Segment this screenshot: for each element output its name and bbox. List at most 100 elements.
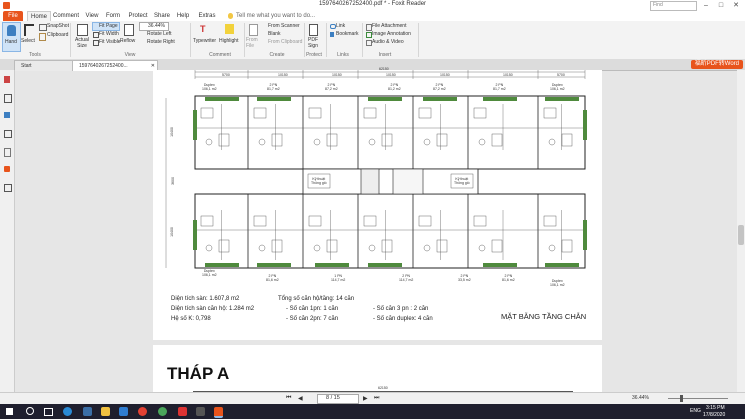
search-box[interactable]: Find bbox=[650, 1, 697, 11]
hand-label: Hand bbox=[5, 39, 17, 45]
hand-icon bbox=[7, 25, 16, 36]
typewriter-label: Typewriter bbox=[193, 38, 217, 44]
apt-label-top-3: 2 PN 87,2 m2 bbox=[325, 83, 338, 91]
first-page-icon[interactable]: ⏮ bbox=[286, 395, 291, 402]
comments-panel-icon[interactable] bbox=[4, 130, 12, 138]
pages-panel-icon[interactable] bbox=[4, 94, 12, 103]
pdf-page: 62150 5700 10150 10150 10150 10150 10150… bbox=[153, 67, 602, 340]
hand-button[interactable]: Hand bbox=[2, 22, 21, 52]
pen-icon bbox=[309, 24, 318, 36]
fit-visible-button[interactable]: Fit Visible bbox=[99, 39, 121, 45]
tab-form[interactable]: Form bbox=[104, 11, 122, 21]
tab-view[interactable]: View bbox=[83, 11, 101, 21]
zoom-slider-thumb[interactable] bbox=[680, 395, 683, 402]
highlight-button[interactable]: Highlight bbox=[219, 22, 241, 50]
tab-protect[interactable]: Protect bbox=[127, 11, 149, 21]
foxit-taskbar-icon[interactable] bbox=[214, 407, 223, 418]
windows-start-icon[interactable] bbox=[6, 408, 13, 415]
rotate-right-button[interactable]: Rotate Right bbox=[147, 39, 175, 45]
shaft-label-left: Kỹ thuật Thông gió bbox=[311, 177, 327, 185]
apt-label-top-2: 2 PN 81,7 m2 bbox=[267, 83, 280, 91]
tab-comment[interactable]: Comment bbox=[53, 11, 79, 21]
file-menu[interactable]: File bbox=[3, 11, 23, 21]
summary-coefficient: Hệ số K: 0,798 bbox=[171, 316, 211, 322]
security-panel-icon[interactable] bbox=[4, 166, 10, 172]
app-dark-icon[interactable] bbox=[196, 407, 205, 416]
status-zoom: 36.44% bbox=[632, 395, 649, 401]
clipboard-icon bbox=[39, 33, 46, 41]
actual-size-button[interactable]: Actual Size bbox=[73, 22, 91, 50]
tab-share[interactable]: Share bbox=[153, 11, 171, 21]
left-navigation-panel bbox=[0, 70, 15, 404]
file-attachment-button[interactable]: File Attachment bbox=[372, 23, 406, 29]
image-annotation-button[interactable]: Image Annotation bbox=[372, 31, 411, 37]
tell-me-input[interactable]: Tell me what you want to do... bbox=[236, 11, 336, 21]
blank-button[interactable]: Blank bbox=[268, 31, 281, 37]
chrome-icon[interactable] bbox=[138, 407, 147, 416]
edge-icon[interactable] bbox=[63, 407, 72, 416]
from-clipboard-button[interactable]: From Clipboard bbox=[268, 39, 302, 45]
summary-1pn: - Số căn 1pn: 1 căn bbox=[286, 306, 339, 312]
dim-left-1: 10400 bbox=[169, 127, 174, 137]
from-scanner-button[interactable]: From Scanner bbox=[268, 23, 300, 29]
apt-label-bottom-6: 2 PN 81,6 m2 bbox=[502, 274, 515, 282]
pdf-sign-button[interactable]: PDF Sign bbox=[306, 22, 320, 50]
group-links: Links bbox=[337, 52, 349, 58]
dim-left-3: 10400 bbox=[169, 227, 174, 237]
language-indicator[interactable]: ENG bbox=[690, 408, 701, 414]
bookmark-panel-icon[interactable] bbox=[4, 76, 10, 83]
convert-to-word-button[interactable]: 福昕PDF转Word bbox=[690, 60, 743, 69]
app-red-icon[interactable] bbox=[178, 407, 187, 416]
close-button[interactable]: ✕ bbox=[727, 0, 745, 11]
layers-panel-icon[interactable] bbox=[4, 112, 10, 118]
clipboard-button[interactable]: Clipboard bbox=[47, 32, 68, 38]
apt-label-top-5: 2 PN 87,2 m2 bbox=[433, 83, 446, 91]
attachments-panel-icon[interactable] bbox=[4, 148, 11, 157]
store-icon[interactable] bbox=[83, 407, 92, 416]
apt-label-bottom-1: Duplex 106,1 m2 bbox=[202, 269, 217, 277]
task-view-icon[interactable] bbox=[44, 408, 53, 416]
bookmark-button[interactable]: Bookmark bbox=[336, 31, 359, 37]
search-icon[interactable] bbox=[26, 407, 34, 415]
group-view: View bbox=[124, 52, 136, 58]
page-number-input[interactable]: 8 / 15 bbox=[317, 394, 359, 404]
link-button[interactable]: Link bbox=[336, 23, 345, 29]
apt-label-bottom-2: 2 PN 81,6 m2 bbox=[266, 274, 279, 282]
prev-page-icon[interactable]: ◀ bbox=[298, 395, 303, 402]
dim-top-6: 10150 bbox=[503, 73, 513, 77]
zoom-slider[interactable] bbox=[668, 398, 728, 399]
tab-start-label: Start bbox=[21, 63, 32, 69]
apt-label-bottom-7: Duplex 106,1 m2 bbox=[550, 279, 565, 287]
dim-top-1: 5700 bbox=[222, 73, 230, 77]
fit-width-button[interactable]: Fit Width bbox=[99, 31, 119, 37]
scroll-thumb[interactable] bbox=[738, 225, 744, 245]
next-page-icon[interactable]: ▶ bbox=[363, 395, 368, 402]
rotate-left-button[interactable]: Rotate Left bbox=[147, 31, 171, 37]
tab-extras[interactable]: Extras bbox=[197, 11, 217, 21]
find-input[interactable]: Find bbox=[653, 2, 663, 8]
last-page-icon[interactable]: ⏭ bbox=[374, 395, 379, 402]
tab-help[interactable]: Help bbox=[175, 11, 191, 21]
zoom-select[interactable]: 36.44% bbox=[139, 22, 169, 31]
dim-top-5: 10150 bbox=[440, 73, 450, 77]
select-button[interactable]: Select bbox=[21, 22, 36, 50]
page2-dim: 62150 bbox=[378, 386, 388, 390]
clock-date[interactable]: 17/8/2020 bbox=[703, 412, 725, 418]
fit-page-button[interactable]: Fit Page bbox=[92, 22, 120, 31]
select-label: Select bbox=[21, 38, 35, 44]
zoom-value: 36.44% bbox=[148, 23, 165, 29]
audio-video-button[interactable]: Audio & Video bbox=[372, 39, 404, 45]
mail-icon[interactable] bbox=[119, 407, 128, 416]
signature-panel-icon[interactable] bbox=[4, 184, 12, 192]
reflow-button[interactable]: Reflow bbox=[120, 22, 137, 50]
vertical-scrollbar[interactable] bbox=[737, 70, 745, 404]
snapshot-button[interactable]: SnapShot bbox=[47, 23, 69, 29]
tab-start[interactable]: Start bbox=[14, 60, 77, 71]
from-file-button[interactable]: From File bbox=[246, 22, 260, 50]
clock-time[interactable]: 3:15 PM bbox=[706, 405, 725, 411]
explorer-icon[interactable] bbox=[101, 407, 110, 416]
tab-document[interactable]: 1597640267252400... ✕ bbox=[72, 60, 158, 71]
coccoc-icon[interactable] bbox=[158, 407, 167, 416]
typewriter-button[interactable]: T Typewriter bbox=[193, 22, 218, 50]
shaft-label-right: Kỹ thuật Thông gió bbox=[454, 177, 470, 185]
